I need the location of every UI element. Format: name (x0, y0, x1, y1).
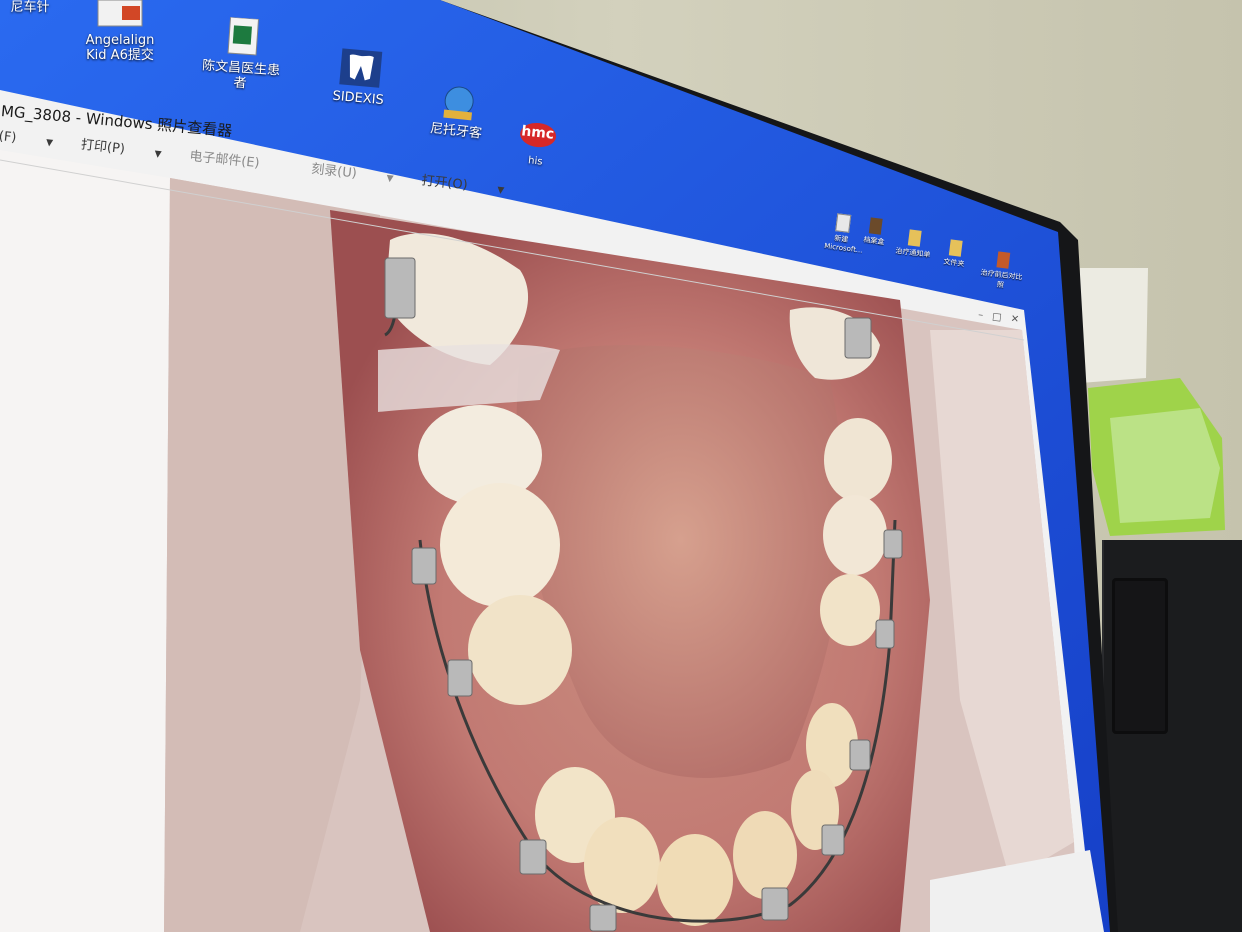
desktop-icon-his[interactable]: hmc his (510, 120, 565, 172)
desktop-icon-folder[interactable]: 文件夹 (938, 238, 971, 269)
word-file-icon (835, 213, 852, 233)
archive-box-icon (868, 217, 883, 235)
desktop-icon-angelalign[interactable]: Angelalign Kid A6提交 (80, 0, 160, 63)
desktop-icon-label: Angelalign Kid A6提交 (85, 33, 155, 63)
viewer-photo-dental-arch (300, 250, 940, 930)
menu-file-label: (F) (0, 128, 18, 146)
maximize-icon[interactable]: □ (992, 311, 1003, 323)
image-file-icon (996, 251, 1011, 269)
chevron-down-icon: ▼ (45, 137, 54, 149)
desktop-icon-label: his (527, 155, 544, 168)
minimize-icon[interactable]: – (977, 310, 983, 322)
folder-icon (948, 239, 963, 257)
desktop-icon-label: 治疗前后对比照 (980, 268, 1023, 290)
desktop-icon-label: 文件夹 (942, 257, 965, 269)
desktop-icon-label: 档案盒 (862, 235, 885, 247)
desktop-icon-archive[interactable]: 档案盒 (860, 217, 889, 248)
network-globe-icon (443, 86, 474, 121)
desktop-icon-top-left[interactable]: ⁠尼车针 (0, 0, 60, 15)
desktop-icon-nituo[interactable]: 尼托牙客 (425, 82, 490, 142)
chevron-down-icon: ▼ (385, 173, 394, 185)
close-icon[interactable]: ✕ (1010, 314, 1020, 326)
powerpoint-file-icon (97, 0, 143, 27)
desktop-icon-label: 陈文昌医生患者 (201, 58, 281, 92)
desktop-icon-chen-patient[interactable]: 陈文昌医生患者 (198, 15, 287, 94)
desktop-icon-label: ⁠尼车针 (10, 0, 50, 15)
desktop-icon-sidexis[interactable]: SIDEXIS (328, 45, 393, 108)
excel-shortcut-icon (227, 16, 260, 56)
sidexis-tooth-icon (339, 48, 383, 88)
chevron-down-icon: ▼ (496, 185, 505, 197)
desktop-icon-new-word[interactable]: 新建 Microsoft... (824, 212, 863, 255)
desktop-icon-compare[interactable]: 治疗前后对比照 (976, 249, 1028, 293)
chevron-down-icon: ▼ (153, 149, 162, 161)
folder-icon (907, 229, 922, 247)
